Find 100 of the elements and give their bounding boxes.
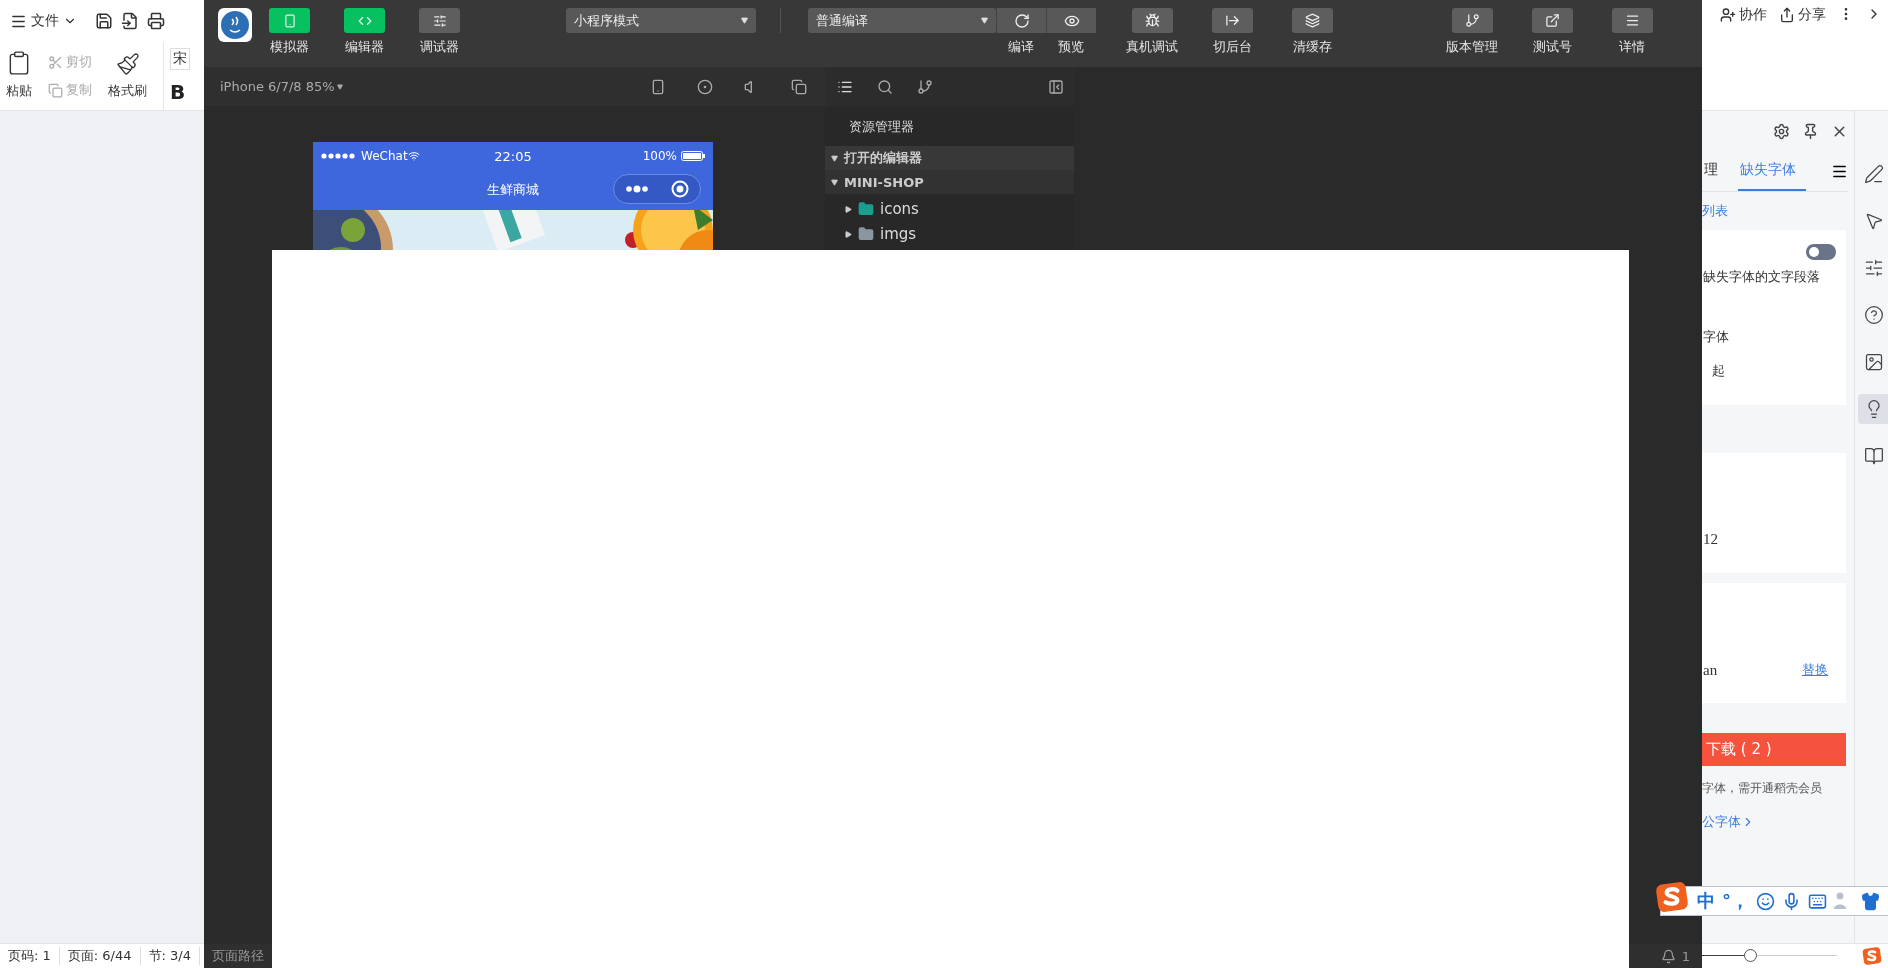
folder-row[interactable]: imgs <box>825 224 1074 244</box>
mode-select[interactable]: 小程序模式 <box>566 8 756 33</box>
compile-select[interactable]: 普通编译 <box>808 8 996 33</box>
bell-icon[interactable] <box>1660 948 1676 964</box>
battery-text: 100% <box>642 149 677 163</box>
explorer-section[interactable]: 打开的编辑器 <box>825 146 1074 170</box>
pin-icon[interactable] <box>1802 122 1819 140</box>
phone-icon <box>282 13 297 28</box>
shirt-icon[interactable] <box>1861 891 1880 911</box>
caret-icon <box>981 17 988 24</box>
tool-label: 预览 <box>1057 38 1085 56</box>
save-icon[interactable] <box>95 12 113 30</box>
collaborate-button[interactable]: 协作 <box>1720 6 1767 24</box>
cursor-icon <box>1864 211 1884 231</box>
share-button[interactable]: 分享 <box>1779 6 1826 24</box>
preview-button[interactable] <box>1046 8 1096 33</box>
bold-button[interactable]: B <box>170 80 190 104</box>
panel-tab[interactable]: 理 <box>1702 151 1728 191</box>
status-text: 节: 3/4 <box>140 947 200 965</box>
collapse-icon[interactable] <box>1048 78 1064 95</box>
tool-label: 编辑器 <box>345 38 384 56</box>
status-text: 页码: 1 <box>0 947 60 965</box>
toolbar-button[interactable] <box>1131 8 1173 33</box>
capsule-button[interactable] <box>613 174 701 204</box>
tool-label: 清缓存 <box>1292 38 1332 56</box>
smile-icon[interactable] <box>1756 891 1775 911</box>
tool-label: 切后台 <box>1212 38 1252 56</box>
format-painter-button[interactable]: 格式刷 <box>108 42 147 110</box>
bug-icon <box>1144 13 1160 28</box>
exit-icon <box>1224 13 1240 28</box>
menu-icon <box>1624 13 1640 28</box>
note-text: 字体，需开通稻壳会员 <box>1702 780 1823 797</box>
scissors-icon <box>48 54 63 70</box>
explorer-section[interactable]: MINI-SHOP <box>825 170 1074 194</box>
input-mode-text[interactable]: 中 <box>1697 889 1715 913</box>
wifi-icon <box>407 150 420 162</box>
more-icon <box>625 185 648 193</box>
toolbar-button[interactable] <box>1291 8 1333 33</box>
file-menu[interactable]: 文件 <box>10 12 77 30</box>
refresh-icon <box>1013 12 1030 29</box>
external-link-icon <box>1544 13 1560 28</box>
phone-icon[interactable] <box>650 78 666 95</box>
view-toggle-button[interactable] <box>344 8 385 33</box>
tool-label: 真机调试 <box>1126 38 1178 56</box>
toggle-switch[interactable] <box>1806 244 1836 260</box>
image-icon <box>1864 352 1884 372</box>
folder-row[interactable]: icons <box>825 194 1074 224</box>
option-text: 字体 <box>1702 328 1730 346</box>
print-icon[interactable] <box>147 12 165 30</box>
page-path-label: 页面路径 <box>212 947 264 965</box>
compile-button[interactable] <box>996 8 1046 33</box>
toolbar-button[interactable] <box>1211 8 1253 33</box>
tool-button[interactable] <box>1858 394 1888 424</box>
stop-icon[interactable] <box>697 78 713 95</box>
caret-icon <box>741 17 748 24</box>
device-select[interactable]: iPhone 6/7/8 85% <box>214 78 349 95</box>
signal-icon <box>321 153 357 159</box>
sliders-icon <box>1864 258 1884 278</box>
mic-icon[interactable] <box>1782 891 1801 911</box>
paintbrush-icon <box>115 52 140 76</box>
tool-label: 调试器 <box>420 38 459 56</box>
font-name-field[interactable]: 宋 <box>170 48 190 70</box>
zoom-thumb[interactable] <box>1743 949 1757 962</box>
office-fonts-link[interactable]: 公字体 <box>1702 813 1854 831</box>
paste-button[interactable]: 粘贴 <box>6 42 32 110</box>
pen-icon <box>1864 164 1884 184</box>
collapse-text: 起 <box>1711 362 1726 380</box>
tool-label: 模拟器 <box>270 38 309 56</box>
user-plus-icon <box>1720 7 1736 23</box>
view-toggle-button[interactable] <box>419 8 460 33</box>
notification-count: 1 <box>1681 948 1690 964</box>
toolbar-button[interactable] <box>1611 8 1653 33</box>
tool-label: 测试号 <box>1532 38 1572 56</box>
keyboard-icon[interactable] <box>1808 891 1827 911</box>
app-logo <box>218 8 252 42</box>
view-toggle-button[interactable] <box>269 8 310 33</box>
layers-icon <box>1304 13 1320 28</box>
export-icon[interactable] <box>121 12 139 30</box>
windows-icon[interactable] <box>791 78 807 95</box>
share-icon <box>1779 7 1795 23</box>
font-size-text: 12 <box>1702 531 1719 548</box>
caret-icon <box>336 83 343 90</box>
option-text: 缺失字体的文字段落 <box>1702 268 1821 286</box>
tool-label: 版本管理 <box>1446 38 1498 56</box>
toolbar-button[interactable] <box>1451 8 1493 33</box>
toolbar-button[interactable] <box>1531 8 1573 33</box>
sliders-icon <box>432 13 447 28</box>
explorer-title: 资源管理器 <box>848 118 915 136</box>
settings-icon[interactable] <box>1773 122 1790 140</box>
target-icon <box>670 180 689 198</box>
tool-label: 编译 <box>1007 38 1035 56</box>
search-icon[interactable] <box>877 78 893 95</box>
copy-icon <box>48 82 63 98</box>
page-title: 生鲜商城 <box>487 181 539 199</box>
panel-tab[interactable]: 缺失字体 <box>1738 151 1806 191</box>
tool-label: 详情 <box>1619 38 1645 56</box>
list-link[interactable]: 列表 <box>1702 202 1854 220</box>
punctuation-text[interactable]: °， <box>1722 889 1749 913</box>
replace-link[interactable]: 替换 <box>1802 661 1828 679</box>
branch-icon[interactable] <box>917 78 933 95</box>
